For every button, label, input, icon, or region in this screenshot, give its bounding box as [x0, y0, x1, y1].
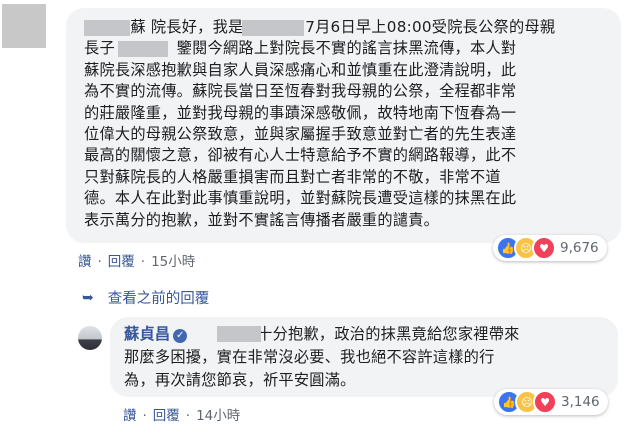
- redaction-block: [84, 20, 130, 36]
- reaction-summary[interactable]: 👍 ☹ ♥ 9,676: [493, 235, 607, 261]
- view-previous-label[interactable]: 查看之前的回覆: [108, 287, 210, 308]
- redaction-block: [217, 326, 261, 342]
- view-previous-replies[interactable]: ➥ 查看之前的回覆: [82, 287, 209, 308]
- love-icon: ♥: [532, 236, 556, 260]
- reply-button[interactable]: 回覆: [108, 250, 135, 270]
- reply-text-wrapper: 蘇貞昌 ✓ ，十分抱歉，政治的抹黑竟給您家裡帶來 那麼多困擾，實在非常沒必要、我也…: [124, 323, 610, 392]
- reaction-count: 9,676: [560, 240, 599, 256]
- like-button[interactable]: 讚: [78, 250, 92, 270]
- reply-like-button[interactable]: 讚: [123, 404, 137, 424]
- love-icon: ♥: [533, 390, 557, 414]
- reply-arrow-icon: ➥: [82, 289, 94, 306]
- redaction-block: [118, 41, 168, 57]
- reply-reaction-count: 3,146: [561, 394, 600, 410]
- verified-badge-icon: ✓: [173, 329, 188, 343]
- reply-timestamp[interactable]: 14小時: [196, 404, 240, 424]
- reply-reply-button[interactable]: 回覆: [153, 404, 180, 424]
- reply-reaction-summary[interactable]: 👍 ☹ ♥ 3,146: [494, 389, 608, 415]
- reply-avatar[interactable]: [78, 326, 102, 350]
- comment-timestamp[interactable]: 15小時: [151, 250, 195, 270]
- reply-author-name[interactable]: 蘇貞昌: [124, 325, 170, 343]
- reply-actions: 讚 · 回覆 · 14小時: [123, 404, 240, 424]
- comment-bubble: 蘇 院長好，我是 ，7月6日早上08:00受院長公祭的母親 長子 。鑒閱今網路上…: [66, 8, 621, 243]
- redaction-block: [242, 20, 304, 36]
- comment-actions: 讚 · 回覆 · 15小時: [78, 250, 195, 270]
- commenter-avatar[interactable]: [2, 4, 46, 48]
- reply-bubble: 蘇貞昌 ✓ ，十分抱歉，政治的抹黑竟給您家裡帶來 那麼多困擾，實在非常沒必要、我也…: [110, 317, 618, 397]
